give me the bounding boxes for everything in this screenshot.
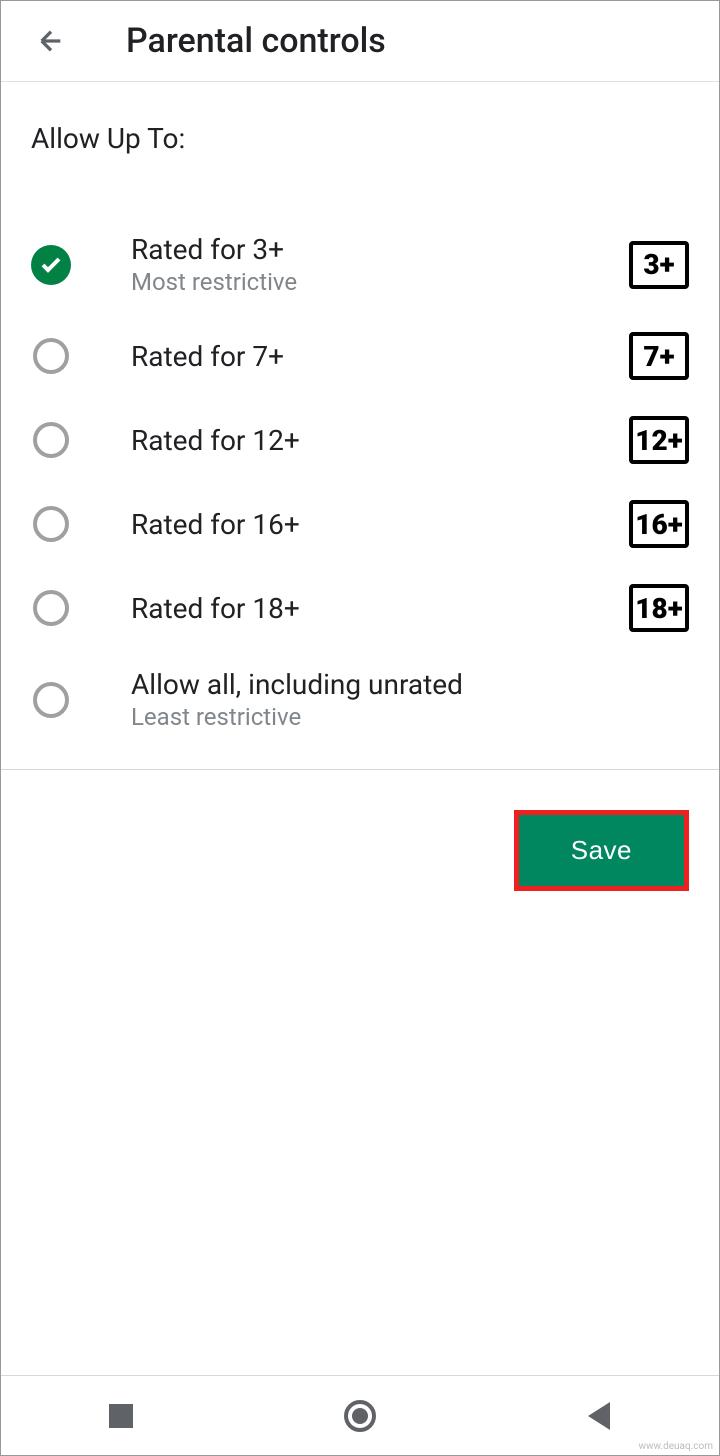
rating-option-7[interactable]: Rated for 7+ 7+	[31, 314, 689, 398]
nav-home-icon[interactable]	[320, 1376, 400, 1456]
content-area: Allow Up To: Rated for 3+ Most restricti…	[1, 82, 719, 891]
radio-unselected-icon	[31, 336, 71, 376]
page-title: Parental controls	[126, 21, 386, 61]
option-label: Allow all, including unrated	[131, 668, 689, 701]
back-arrow-icon[interactable]	[31, 21, 71, 61]
radio-unselected-icon	[31, 420, 71, 460]
age-badge-12: 12+	[629, 416, 689, 464]
option-label: Rated for 18+	[131, 592, 629, 625]
option-text: Rated for 16+	[131, 508, 629, 541]
radio-unselected-icon	[31, 504, 71, 544]
age-badge-18: 18+	[629, 584, 689, 632]
option-text: Rated for 7+	[131, 340, 629, 373]
option-label: Rated for 12+	[131, 424, 629, 457]
system-nav-bar	[1, 1375, 719, 1455]
button-row: Save	[31, 810, 689, 891]
save-button-highlight: Save	[514, 810, 689, 891]
nav-recents-icon[interactable]	[81, 1376, 161, 1456]
rating-option-all[interactable]: Allow all, including unrated Least restr…	[31, 650, 689, 749]
rating-option-3[interactable]: Rated for 3+ Most restrictive 3+	[31, 215, 689, 314]
divider	[1, 769, 719, 770]
option-text: Rated for 3+ Most restrictive	[131, 233, 629, 296]
age-badge-3: 3+	[629, 241, 689, 289]
age-badge-7: 7+	[629, 332, 689, 380]
rating-option-12[interactable]: Rated for 12+ 12+	[31, 398, 689, 482]
option-label: Rated for 7+	[131, 340, 629, 373]
watermark: www.deuaq.com	[639, 1441, 714, 1452]
option-text: Rated for 12+	[131, 424, 629, 457]
radio-unselected-icon	[31, 680, 71, 720]
option-sublabel: Least restrictive	[131, 703, 689, 731]
nav-back-icon[interactable]	[559, 1376, 639, 1456]
rating-option-16[interactable]: Rated for 16+ 16+	[31, 482, 689, 566]
save-button[interactable]: Save	[519, 815, 684, 886]
option-label: Rated for 3+	[131, 233, 629, 266]
radio-unselected-icon	[31, 588, 71, 628]
header: Parental controls	[1, 1, 719, 82]
option-text: Allow all, including unrated Least restr…	[131, 668, 689, 731]
radio-selected-icon	[31, 245, 71, 285]
option-label: Rated for 16+	[131, 508, 629, 541]
option-text: Rated for 18+	[131, 592, 629, 625]
section-title: Allow Up To:	[31, 122, 689, 155]
age-badge-16: 16+	[629, 500, 689, 548]
option-sublabel: Most restrictive	[131, 268, 629, 296]
rating-option-18[interactable]: Rated for 18+ 18+	[31, 566, 689, 650]
